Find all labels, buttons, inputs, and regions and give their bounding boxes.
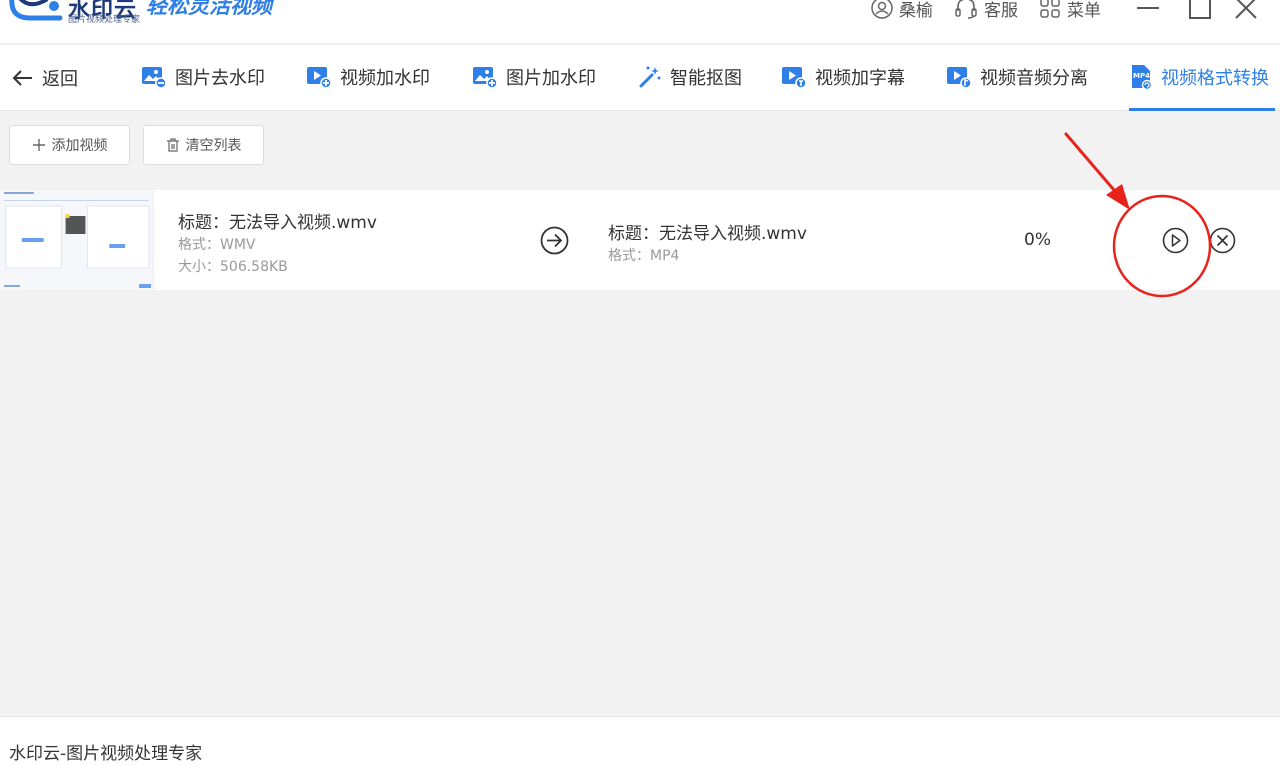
minimize-button[interactable]: [1136, 0, 1160, 20]
video-subtitle-icon: [782, 67, 807, 89]
source-title: 标题：无法导入视频.wmv: [178, 213, 377, 233]
remove-file-button[interactable]: [1209, 227, 1236, 254]
service-label: 客服: [984, 0, 1018, 21]
target-format: 格式：MP4: [608, 248, 680, 264]
back-button[interactable]: 返回: [12, 65, 78, 91]
menu-label: 菜单: [1067, 0, 1101, 21]
trash-icon: [166, 138, 179, 152]
slogan: 轻松灵活视频: [146, 0, 272, 18]
source-format: 格式：WMV: [178, 237, 256, 253]
tab-label: 图片去水印: [175, 68, 265, 89]
target-title: 标题：无法导入视频.wmv: [608, 224, 807, 244]
tab-label: 图片加水印: [506, 68, 596, 89]
plus-icon: [32, 139, 45, 151]
tab-label: 视频加字幕: [815, 68, 905, 89]
tab-label: 视频音频分离: [980, 68, 1088, 89]
service-button[interactable]: 客服: [954, 0, 1018, 21]
footer-text: 水印云-图片视频处理专家: [9, 744, 203, 764]
mp4-badge-text: MP4: [1133, 72, 1150, 80]
clear-list-button[interactable]: 清空列表: [143, 125, 264, 165]
annotation-overlay: [1064, 132, 1212, 298]
close-window-button[interactable]: [1234, 0, 1258, 20]
maximize-button[interactable]: [1188, 0, 1212, 20]
tab-smart-cutout[interactable]: 智能抠图: [638, 64, 742, 90]
back-label: 返回: [42, 69, 78, 90]
user-button[interactable]: 桑榆: [871, 0, 933, 21]
active-tab-indicator: [1129, 108, 1275, 111]
tab-image-add-watermark[interactable]: 图片加水印: [472, 64, 596, 90]
minimize-icon: [1137, 7, 1159, 9]
source-size: 大小：506.58KB: [178, 259, 288, 275]
tab-video-add-watermark[interactable]: 视频加水印: [306, 64, 430, 90]
start-convert-button[interactable]: [1162, 227, 1189, 254]
add-video-label: 添加视频: [51, 138, 108, 154]
menu-button[interactable]: 菜单: [1039, 0, 1101, 21]
headset-icon: [955, 0, 977, 19]
convert-arrow-icon: [540, 226, 569, 255]
video-audio-icon: [947, 67, 972, 89]
close-icon: [1235, 0, 1257, 19]
image-remove-icon: [142, 67, 167, 89]
magic-wand-icon: [639, 66, 661, 88]
tab-video-audio-split[interactable]: 视频音频分离: [946, 64, 1088, 90]
logo-icon: [9, 0, 63, 21]
annotation-arrow: [1064, 132, 1122, 199]
user-icon: [871, 0, 893, 19]
clear-list-label: 清空列表: [185, 138, 242, 154]
mp4-convert-icon: MP4: [1132, 65, 1153, 90]
arrow-left-icon: [12, 70, 32, 86]
maximize-icon: [1189, 0, 1211, 19]
brand-subtitle: 图片视频处理专家: [68, 15, 141, 25]
title-bar: 水印云 图片视频处理专家 轻松灵活视频 桑榆 客服 菜单: [0, 0, 1280, 44]
file-row: 标题：无法导入视频.wmv 格式：WMV 大小：506.58KB 标题：无法导入…: [0, 190, 1280, 290]
tab-image-remove-watermark[interactable]: 图片去水印: [141, 64, 265, 90]
tab-label: 智能抠图: [670, 68, 742, 89]
image-add-icon: [473, 67, 498, 89]
progress-percent: 0%: [1024, 230, 1051, 250]
tab-video-format-convert[interactable]: MP4 视频格式转换: [1129, 64, 1269, 90]
add-video-button[interactable]: 添加视频: [9, 125, 130, 165]
tab-label: 视频格式转换: [1161, 68, 1269, 89]
tab-video-add-subtitle[interactable]: 视频加字幕: [781, 64, 905, 90]
grid-icon: [1040, 0, 1060, 18]
titlebar-actions: 桑榆 客服 菜单: [871, 0, 1280, 23]
status-bar: 水印云-图片视频处理专家: [0, 716, 1280, 766]
user-label: 桑榆: [899, 0, 933, 21]
video-thumbnail[interactable]: [0, 190, 154, 290]
video-add-icon: [307, 67, 332, 89]
tab-label: 视频加水印: [340, 68, 430, 89]
tool-nav: 返回 图片去水印 视频加水印 图片加水印 智能抠图 视频加字幕 视频音频分离 M…: [0, 45, 1280, 111]
